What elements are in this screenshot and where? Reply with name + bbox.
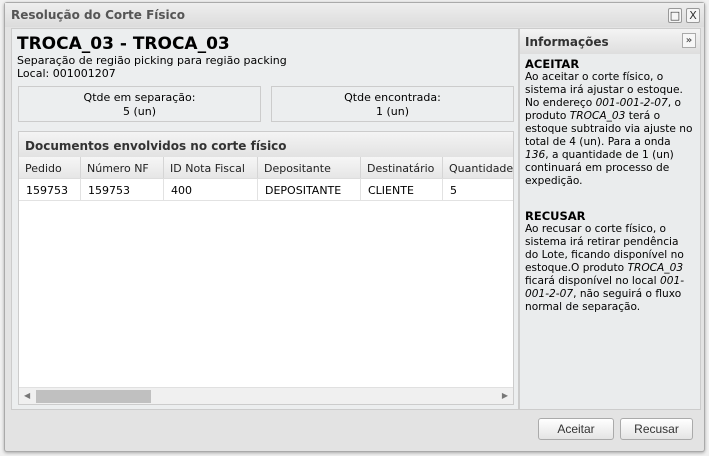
scroll-thumb[interactable]: [36, 390, 151, 403]
refuse-button[interactable]: Recusar: [620, 418, 693, 440]
stat-separation: Qtde em separação: 5 (un): [18, 86, 261, 122]
cell: 159753: [81, 179, 164, 200]
cell: 159753: [19, 179, 81, 200]
stat-label: Qtde encontrada:: [344, 91, 441, 104]
stat-found: Qtde encontrada: 1 (un): [271, 86, 514, 122]
grid-header: Pedido Número NF ID Nota Fiscal Deposita…: [19, 157, 513, 179]
window-title: Resolução do Corte Físico: [11, 8, 186, 22]
page-title: TROCA_03 - TROCA_03: [17, 34, 230, 54]
column-header[interactable]: Destinatário: [361, 157, 443, 178]
title-bar[interactable]: Resolução do Corte Físico □ X: [5, 3, 704, 27]
info-text-segment: 001-001-2-07: [595, 97, 668, 109]
stat-value: 1 (un): [375, 105, 410, 118]
horizontal-scrollbar[interactable]: ◀ ▶: [19, 387, 513, 404]
info-header: Informações »: [520, 29, 700, 54]
info-text-segment: ficará disponível no local: [525, 275, 660, 287]
stat-value: 5 (un): [122, 105, 157, 118]
documents-grid: Documentos envolvidos no corte físico Pe…: [18, 131, 514, 405]
info-text-segment: TROCA_03: [569, 110, 626, 122]
table-row[interactable]: 159753 159753 400 DEPOSITANTE CLIENTE 5: [19, 179, 513, 201]
info-panel: Informações » ACEITAR Ao aceitar o corte …: [519, 28, 701, 410]
cell: 5: [443, 179, 513, 200]
accept-button[interactable]: Aceitar: [538, 418, 614, 440]
info-text-segment: TROCA_03: [627, 262, 684, 274]
accept-info: ACEITAR Ao aceitar o corte físico, o sist…: [525, 58, 695, 188]
description: Separação de região picking para região …: [17, 54, 287, 67]
collapse-icon[interactable]: »: [682, 33, 696, 48]
cell: 400: [164, 179, 258, 200]
column-header[interactable]: Número NF: [81, 157, 164, 178]
scroll-left-icon[interactable]: ◀: [24, 391, 30, 400]
stat-label: Qtde em separação:: [83, 91, 196, 104]
dialog-window: Resolução do Corte Físico □ X TROCA_03 -…: [4, 2, 705, 452]
cell: DEPOSITANTE: [258, 179, 361, 200]
column-header[interactable]: ID Nota Fiscal: [164, 157, 258, 178]
cell: CLIENTE: [361, 179, 443, 200]
local-label: Local: 001001207: [17, 67, 116, 80]
scroll-right-icon[interactable]: ▶: [502, 391, 508, 400]
refuse-info: RECUSAR Ao recusar o corte físico, o sist…: [525, 210, 695, 314]
column-header[interactable]: Depositante: [258, 157, 361, 178]
maximize-icon[interactable]: □: [668, 8, 682, 23]
column-header[interactable]: Pedido: [19, 157, 81, 178]
column-header[interactable]: Quantidade e: [443, 157, 513, 178]
accept-heading: ACEITAR: [525, 57, 580, 71]
info-text-segment: , a quantidade de 1 (un) continuará em p…: [525, 149, 674, 187]
info-title: Informações: [525, 35, 609, 49]
refuse-heading: RECUSAR: [525, 209, 586, 223]
close-icon[interactable]: X: [686, 8, 700, 23]
main-panel: TROCA_03 - TROCA_03 Separação de região …: [11, 28, 519, 410]
grid-title: Documentos envolvidos no corte físico: [19, 132, 513, 157]
info-text-segment: 136: [525, 149, 546, 161]
